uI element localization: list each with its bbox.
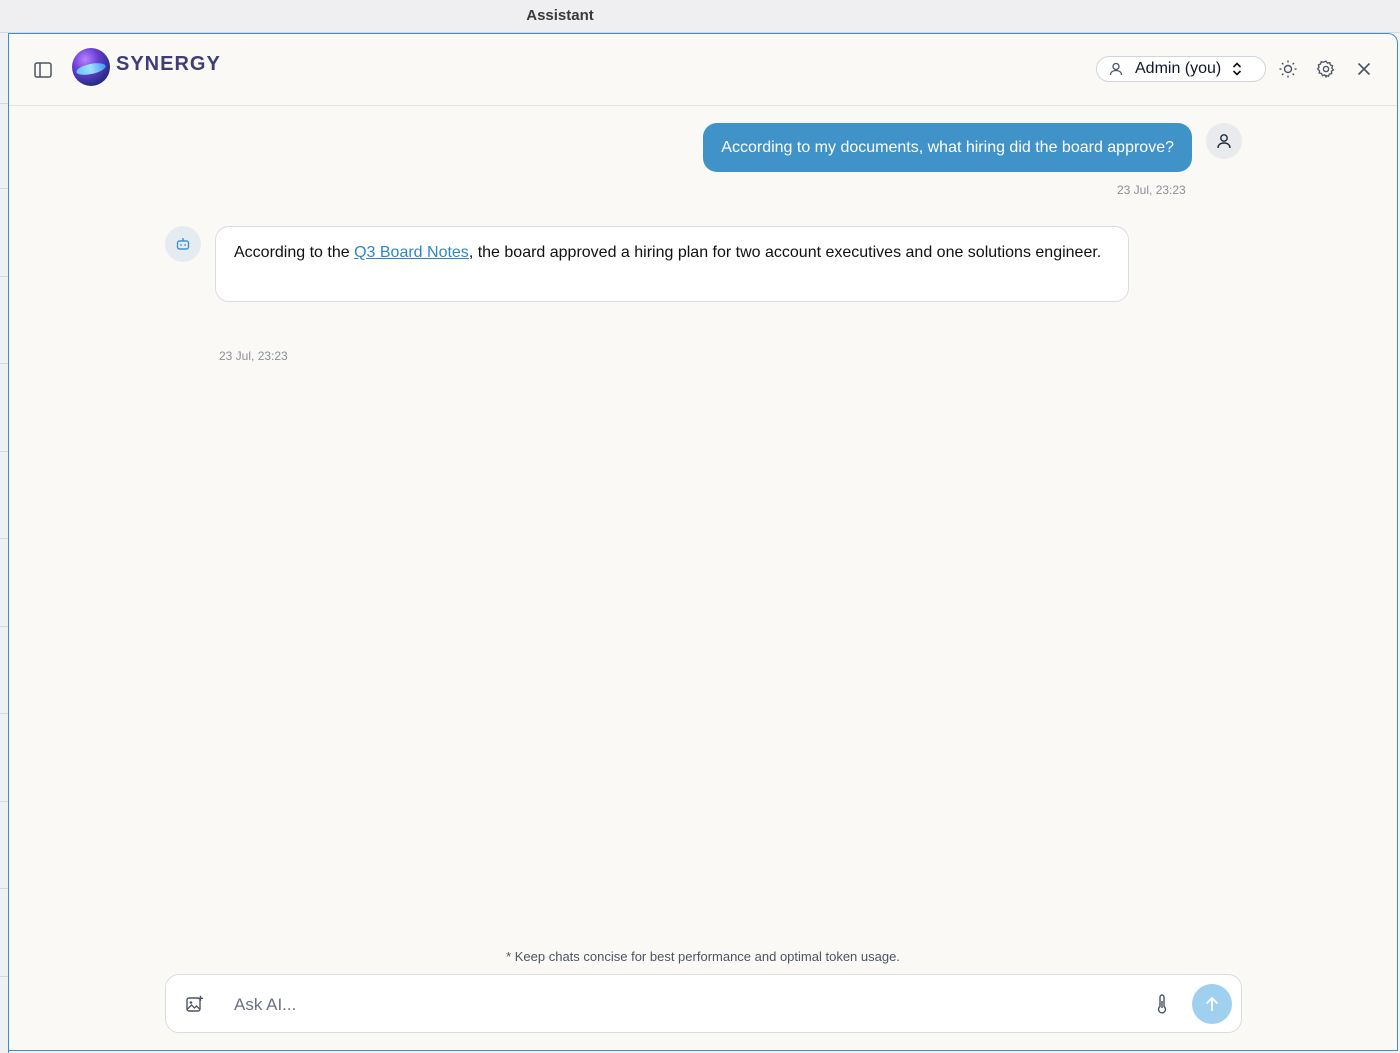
send-arrow-icon xyxy=(1205,996,1219,1012)
background-app-edge xyxy=(0,33,9,1053)
user-icon xyxy=(1109,62,1123,76)
bot-avatar-icon xyxy=(165,226,201,262)
sidebar-toggle-icon[interactable] xyxy=(31,58,55,82)
assistant-text-after: , the board approved a hiring plan for t… xyxy=(468,244,1102,261)
assistant-header: SYNERGY Admin (you) xyxy=(9,34,1397,106)
image-add-icon[interactable] xyxy=(184,993,206,1015)
window-titlebar: Assistant xyxy=(0,0,1400,33)
user-avatar-icon xyxy=(1206,123,1242,159)
synergy-logo xyxy=(72,48,110,86)
assistant-panel: SYNERGY Admin (you) According to my docu… xyxy=(9,33,1398,1051)
assistant-message-time: 23 Jul, 23:23 xyxy=(219,349,288,363)
usage-hint: * Keep chats concise for best performanc… xyxy=(506,949,900,964)
user-select-label: Admin (you) xyxy=(1135,60,1222,77)
gear-icon[interactable] xyxy=(1315,58,1337,80)
user-message-bubble: According to my documents, what hiring d… xyxy=(703,123,1192,172)
sun-icon[interactable] xyxy=(1277,58,1299,80)
chat-input[interactable] xyxy=(232,991,1136,1019)
brand-name: SYNERGY xyxy=(116,53,221,75)
source-link[interactable]: Q3 Board Notes xyxy=(354,244,469,261)
user-message-time: 23 Jul, 23:23 xyxy=(1117,183,1186,197)
send-button[interactable] xyxy=(1192,984,1232,1024)
assistant-text-before: According to the xyxy=(234,244,355,261)
chevron-updown-icon xyxy=(1232,62,1242,76)
thermometer-icon[interactable] xyxy=(1152,993,1172,1015)
close-icon[interactable] xyxy=(1353,58,1375,80)
window-title: Assistant xyxy=(526,7,594,24)
assistant-message-bubble: According to the Q3 Board Notes, the boa… xyxy=(215,226,1129,302)
user-select[interactable]: Admin (you) xyxy=(1096,56,1266,82)
chat-composer xyxy=(165,974,1242,1033)
